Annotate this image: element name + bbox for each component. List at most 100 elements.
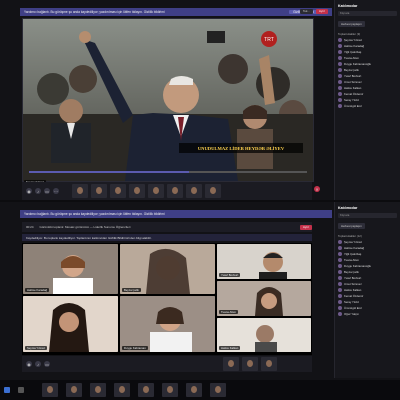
- mic-icon[interactable]: ♪: [35, 188, 41, 194]
- gallery-tile[interactable]: Beyza Çelik: [120, 244, 215, 294]
- participant-thumb[interactable]: [223, 357, 239, 371]
- avatar: [338, 258, 342, 262]
- leave-button-top[interactable]: Ayrıl: [316, 9, 328, 14]
- share-icon[interactable]: ▭: [44, 188, 50, 194]
- person-video: [23, 296, 118, 352]
- gallery-tile[interactable]: Yusuf Bozkurt: [217, 244, 311, 279]
- share-all-button[interactable]: Herkesi paylaşın: [338, 21, 365, 27]
- avatar: [338, 56, 342, 60]
- share-icon[interactable]: ▭: [44, 361, 50, 367]
- tile-label: Beyza Çelik: [122, 288, 141, 292]
- recording-notice-text: Yardımcı bağlantı. Bu görüşme şu anda ka…: [24, 212, 165, 216]
- participant-thumb[interactable]: [242, 357, 258, 371]
- participant-name: Hatice Kalkan: [344, 288, 362, 292]
- participant-name: Tuana Altun: [344, 56, 359, 60]
- avatar: [338, 74, 342, 78]
- participant-search-input[interactable]: Kişi ara: [338, 213, 397, 218]
- person-video: [120, 296, 215, 352]
- participant-name: Hatice Kalkan: [344, 86, 362, 90]
- sidebar-title: Katılımcılar: [338, 4, 358, 8]
- participant-thumb[interactable]: [186, 184, 202, 198]
- top-filmstrip: ◉ ♪ ▭ ⋯: [22, 182, 312, 200]
- participant-name: Halime Karadağ: [344, 44, 365, 48]
- video-progress-fill: [29, 171, 189, 173]
- person-video: [23, 244, 118, 294]
- participant-thumb[interactable]: [91, 184, 107, 198]
- gallery-tile[interactable]: Tuana Altun: [217, 281, 311, 316]
- taskbar-thumb[interactable]: [90, 383, 106, 397]
- camera-icon[interactable]: ◉: [26, 361, 32, 367]
- participant-list: Şeyma Yılmaz Halime Karadağ Yiğit Çakırbaş…: [338, 37, 397, 109]
- avatar: [338, 312, 342, 316]
- participant-name: Yiğit Çakırbaş: [344, 252, 362, 256]
- avatar: [338, 306, 342, 310]
- avatar: [338, 240, 342, 244]
- participant-name: Şeyma Yılmaz: [344, 38, 362, 42]
- avatar: [338, 276, 342, 280]
- participant-row[interactable]: Ümmügül Erol: [338, 103, 397, 109]
- start-icon[interactable]: [4, 387, 10, 393]
- participant-name: Yiğit Çakırbaş: [344, 50, 362, 54]
- avatar: [338, 68, 342, 72]
- taskbar-thumb[interactable]: [138, 383, 154, 397]
- avatar: [338, 50, 342, 54]
- participant-name: Kemal Özdemir: [344, 294, 364, 298]
- share-all-button[interactable]: Herkesi paylaşın: [338, 223, 365, 229]
- participant-name: Beyza Çelik: [344, 68, 359, 72]
- taskbar-thumb[interactable]: [186, 383, 202, 397]
- participant-thumb[interactable]: [148, 184, 164, 198]
- trt-logo-text: TRT: [264, 37, 274, 43]
- taskbar-thumb[interactable]: [114, 383, 130, 397]
- participants-sidebar-top: Katılımcılar Kişi ara Herkesi paylaşın T…: [334, 0, 400, 200]
- mic-icon[interactable]: ♪: [35, 361, 41, 367]
- participant-thumb[interactable]: [72, 184, 88, 198]
- participant-name: Duygu Kahramanoğlu: [344, 62, 372, 66]
- leave-button-bottom[interactable]: Ayrıl: [300, 225, 312, 230]
- participant-name: Seray Yıldız: [344, 300, 360, 304]
- taskbar-thumb[interactable]: [162, 383, 178, 397]
- more-icon[interactable]: ⋯: [53, 188, 59, 194]
- participant-name: Ümmügül Erol: [344, 306, 362, 310]
- meeting-time: 00:24: [26, 225, 34, 229]
- gallery-tile[interactable]: Duygu Kahraman: [120, 296, 215, 352]
- taskbar-thumb[interactable]: [42, 383, 58, 397]
- gallery-tile[interactable]: Hatice Kalkan: [217, 318, 311, 352]
- in-meeting-section: Toplantıdakiler (12): [338, 234, 362, 238]
- top-meeting-window: Yardımcı bağlantı. Bu görüşme şu anda ka…: [0, 0, 400, 200]
- video-caption: UNUDULMAZ LİDER HEYDƏR ƏLİYEV: [198, 146, 285, 151]
- avatar: [338, 80, 342, 84]
- hangup-icon[interactable]: ✕: [314, 186, 320, 192]
- taskbar-thumb[interactable]: [66, 383, 82, 397]
- recording-notice-bar: Yardımcı bağlantı. Bu görüşme şu anda ka…: [20, 210, 332, 218]
- taskbar-thumb[interactable]: [210, 383, 226, 397]
- participant-search-input[interactable]: Kişi ara: [338, 11, 397, 16]
- participant-name: Tuana Altun: [344, 258, 359, 262]
- recording-notice-bar: Yardımcı bağlantı. Bu görüşme şu anda ka…: [20, 8, 332, 16]
- avatar: [338, 92, 342, 96]
- participants-sidebar-bottom: Katılımcılar Kişi ara Herkesi paylaşın T…: [334, 202, 400, 378]
- participant-thumb[interactable]: [205, 184, 221, 198]
- gallery-tile[interactable]: Halime Karadağ: [23, 244, 118, 294]
- participant-name: Yusuf Bozkurt: [344, 74, 362, 78]
- gallery-tile[interactable]: Şeyma Yılmaz: [23, 296, 118, 352]
- participant-list: Şeyma Yılmaz Halime Karadağ Yiğit Çakırbaş…: [338, 239, 397, 317]
- participant-thumb[interactable]: [261, 357, 277, 371]
- avatar: [338, 86, 342, 90]
- participant-row[interactable]: Oğuz Yalçın: [338, 311, 397, 317]
- avatar: [338, 98, 342, 102]
- avatar: [338, 252, 342, 256]
- avatar: [338, 264, 342, 268]
- participant-thumb[interactable]: [129, 184, 145, 198]
- shared-video-stage: TRT UNUDULMAZ LİDER HEYDƏR ƏLİYEV: [22, 18, 314, 182]
- camera-icon[interactable]: ◉: [26, 188, 32, 194]
- participant-name: Beyza Çelik: [344, 270, 359, 274]
- participant-name: Ümmügül Erol: [344, 104, 362, 108]
- participant-thumb[interactable]: [167, 184, 183, 198]
- avatar: [338, 270, 342, 274]
- search-icon[interactable]: [18, 387, 24, 393]
- sidebar-title: Katılımcılar: [338, 206, 358, 210]
- participant-name: Duygu Kahramanoğlu: [344, 264, 372, 268]
- participant-name: Seray Yıldız: [344, 98, 360, 102]
- participant-thumb[interactable]: [110, 184, 126, 198]
- video-gallery: Halime Karadağ Beyza Çelik Yusuf Bozkurt…: [22, 243, 312, 355]
